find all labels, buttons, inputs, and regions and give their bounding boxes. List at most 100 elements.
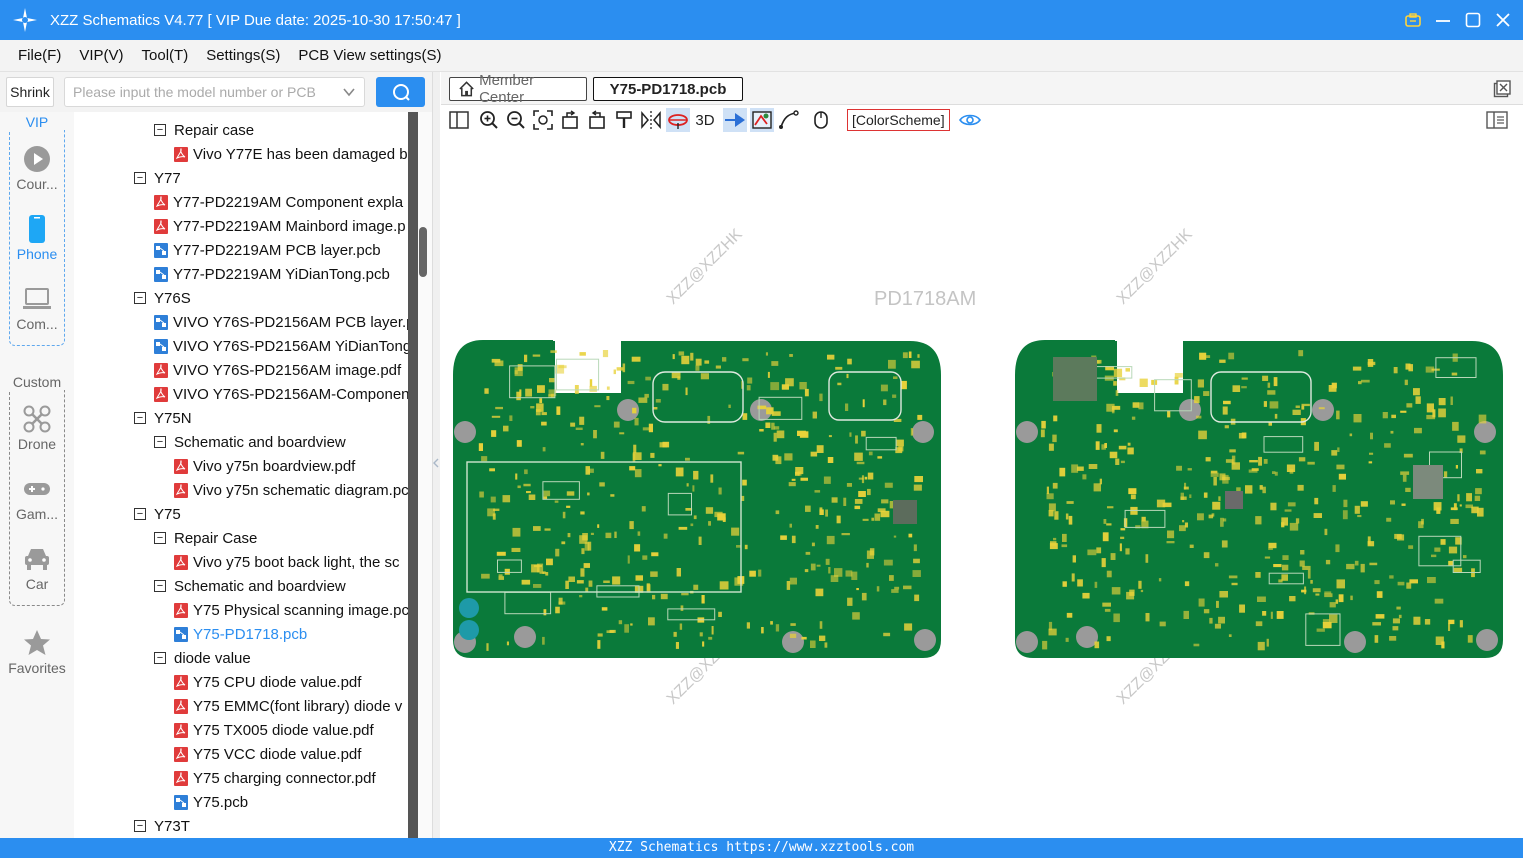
tab-y75-pd1718[interactable]: Y75-PD1718.pcb [593,77,743,101]
tree-file[interactable]: Y75-PD1718.pcb [174,622,307,646]
gamepad-icon [22,479,52,499]
mirror-button[interactable] [639,108,663,132]
pad [1457,435,1465,442]
tree-file[interactable]: Vivo y75 boot back light, the sc [174,550,400,574]
tree-folder[interactable]: −Repair Case [154,526,257,550]
tree-file[interactable]: VIVO Y76S-PD2156AM image.pdf [154,358,401,382]
scroll-thumb[interactable] [419,227,427,277]
tree-file[interactable]: Y75 VCC diode value.pdf [174,742,361,766]
pad [720,581,729,589]
tree-file[interactable]: Y77-PD2219AM PCB layer.pcb [154,238,381,262]
close-tabs-icon[interactable] [1493,80,1511,98]
split-view-button[interactable] [447,108,471,132]
pad [770,621,773,625]
tree-file[interactable]: VIVO Y76S-PD2156AM-Componen [154,382,408,406]
tree-file[interactable]: Vivo y75n schematic diagram.pc [174,478,408,502]
menu-pcb-view-settings[interactable]: PCB View settings(S) [298,47,441,64]
pad [1450,519,1459,524]
pad [1112,406,1120,410]
close-button[interactable] [1495,12,1511,28]
tree-file[interactable]: VIVO Y76S-PD2156AM PCB layer.p [154,310,408,334]
pin-arrow-button[interactable] [723,108,747,132]
layer-toggle-button[interactable] [750,108,774,132]
tree-file[interactable]: Y75 charging connector.pdf [174,766,376,790]
fit-view-icon [533,110,553,130]
view-3d-button[interactable]: 3D [693,108,717,132]
minimize-button[interactable] [1435,12,1451,28]
side-panel-button[interactable] [1485,108,1509,132]
tree-folder[interactable]: −Y75 [134,502,181,526]
pcb-canvas[interactable]: XZZ@XZZHK XZZ@XZZHK XZZ@XZZHK XZZ@XZZHK … [441,135,1523,838]
zoom-out-button[interactable] [504,108,528,132]
mouse-mode-button[interactable] [809,108,833,132]
file-tree: −Repair caseVivo Y77E has been damaged b… [74,112,408,838]
search-input[interactable] [65,78,330,106]
tree-folder[interactable]: −Y77 [134,166,181,190]
tree-file[interactable]: Y75 EMMC(font library) diode v [174,694,402,718]
net-highlight-button[interactable] [666,108,690,132]
pad [1269,422,1273,425]
tree-folder[interactable]: −Schematic and boardview [154,430,346,454]
tree-folder[interactable]: −Y76S [134,286,191,310]
pad [855,435,858,443]
rail-item-car[interactable]: Car [0,544,74,592]
tree-item-label: Y75 TX005 diode value.pdf [193,722,374,739]
maximize-button[interactable] [1465,12,1481,28]
tree-folder[interactable]: −Repair case [154,118,254,142]
tree-scrollbar[interactable] [408,112,432,838]
pad [658,464,661,466]
visibility-button[interactable] [958,108,982,132]
tree-file[interactable]: Y75 TX005 diode value.pdf [174,718,374,742]
rail-item-drone[interactable]: Drone [0,404,74,452]
tab-member-center[interactable]: Member Center [449,77,587,101]
chevron-down-icon[interactable] [342,85,356,99]
tree-item-label: Y77 [154,170,181,187]
color-scheme-button[interactable]: [ColorScheme] [847,109,950,131]
pad [1245,485,1252,493]
rotate-right-button[interactable] [585,108,609,132]
tree-file[interactable]: Y75.pcb [174,790,248,814]
search-button[interactable] [376,77,425,107]
rail-item-phone[interactable]: Phone [0,214,74,262]
fit-view-button[interactable] [531,108,555,132]
menu-file[interactable]: File(F) [18,47,61,64]
rail-item-computer[interactable]: Com... [0,284,74,332]
tree-file[interactable]: Vivo Y77E has been damaged b [174,142,408,166]
pad [1209,618,1212,624]
briefcase-icon[interactable] [1405,12,1421,28]
zoom-in-button[interactable] [477,108,501,132]
collapse-arrow-icon[interactable] [433,457,440,469]
rotate-left-button[interactable] [558,108,582,132]
tree-file[interactable]: Y75 CPU diode value.pdf [174,670,361,694]
panel-splitter[interactable] [432,72,440,838]
menu-vip[interactable]: VIP(V) [79,47,123,64]
tree-folder[interactable]: −Y75N [134,406,192,430]
menu-settings[interactable]: Settings(S) [206,47,280,64]
tree-folder[interactable]: −Y73T [134,814,190,838]
tree-file[interactable]: Vivo y75n boardview.pdf [174,454,355,478]
pcb-drawing[interactable]: XZZ@XZZHK XZZ@XZZHK XZZ@XZZHK XZZ@XZZHK … [441,135,1523,838]
pad [566,506,570,508]
trace-button[interactable] [777,108,801,132]
rail-item-courses[interactable]: Cour... [0,144,74,192]
tree-file[interactable]: Y77-PD2219AM Mainbord image.p [154,214,406,238]
rail-item-games[interactable]: Gam... [0,474,74,522]
pcb-board-bottom[interactable] [1015,335,1503,658]
tree-item-label: Vivo y75n schematic diagram.pc [193,482,408,499]
split-view-icon [449,111,469,129]
brush-button[interactable] [612,108,636,132]
mounting-hole [914,629,936,651]
pad [1313,588,1321,592]
tree-file[interactable]: Y77-PD2219AM Component expla [154,190,403,214]
menu-tool[interactable]: Tool(T) [142,47,189,64]
pad [1346,564,1354,569]
tree-file[interactable]: Y77-PD2219AM YiDianTong.pcb [154,262,390,286]
rail-item-favorites[interactable]: Favorites [0,628,74,676]
tree-file[interactable]: VIVO Y76S-PD2156AM YiDianTong [154,334,408,358]
tree-folder[interactable]: −Schematic and boardview [154,574,346,598]
shrink-button[interactable]: Shrink [6,77,54,107]
pcb-board-top[interactable] [453,335,941,658]
tree-file[interactable]: Y75 Physical scanning image.pc [174,598,408,622]
tree-folder[interactable]: −diode value [154,646,251,670]
net-highlight-icon [667,110,689,130]
